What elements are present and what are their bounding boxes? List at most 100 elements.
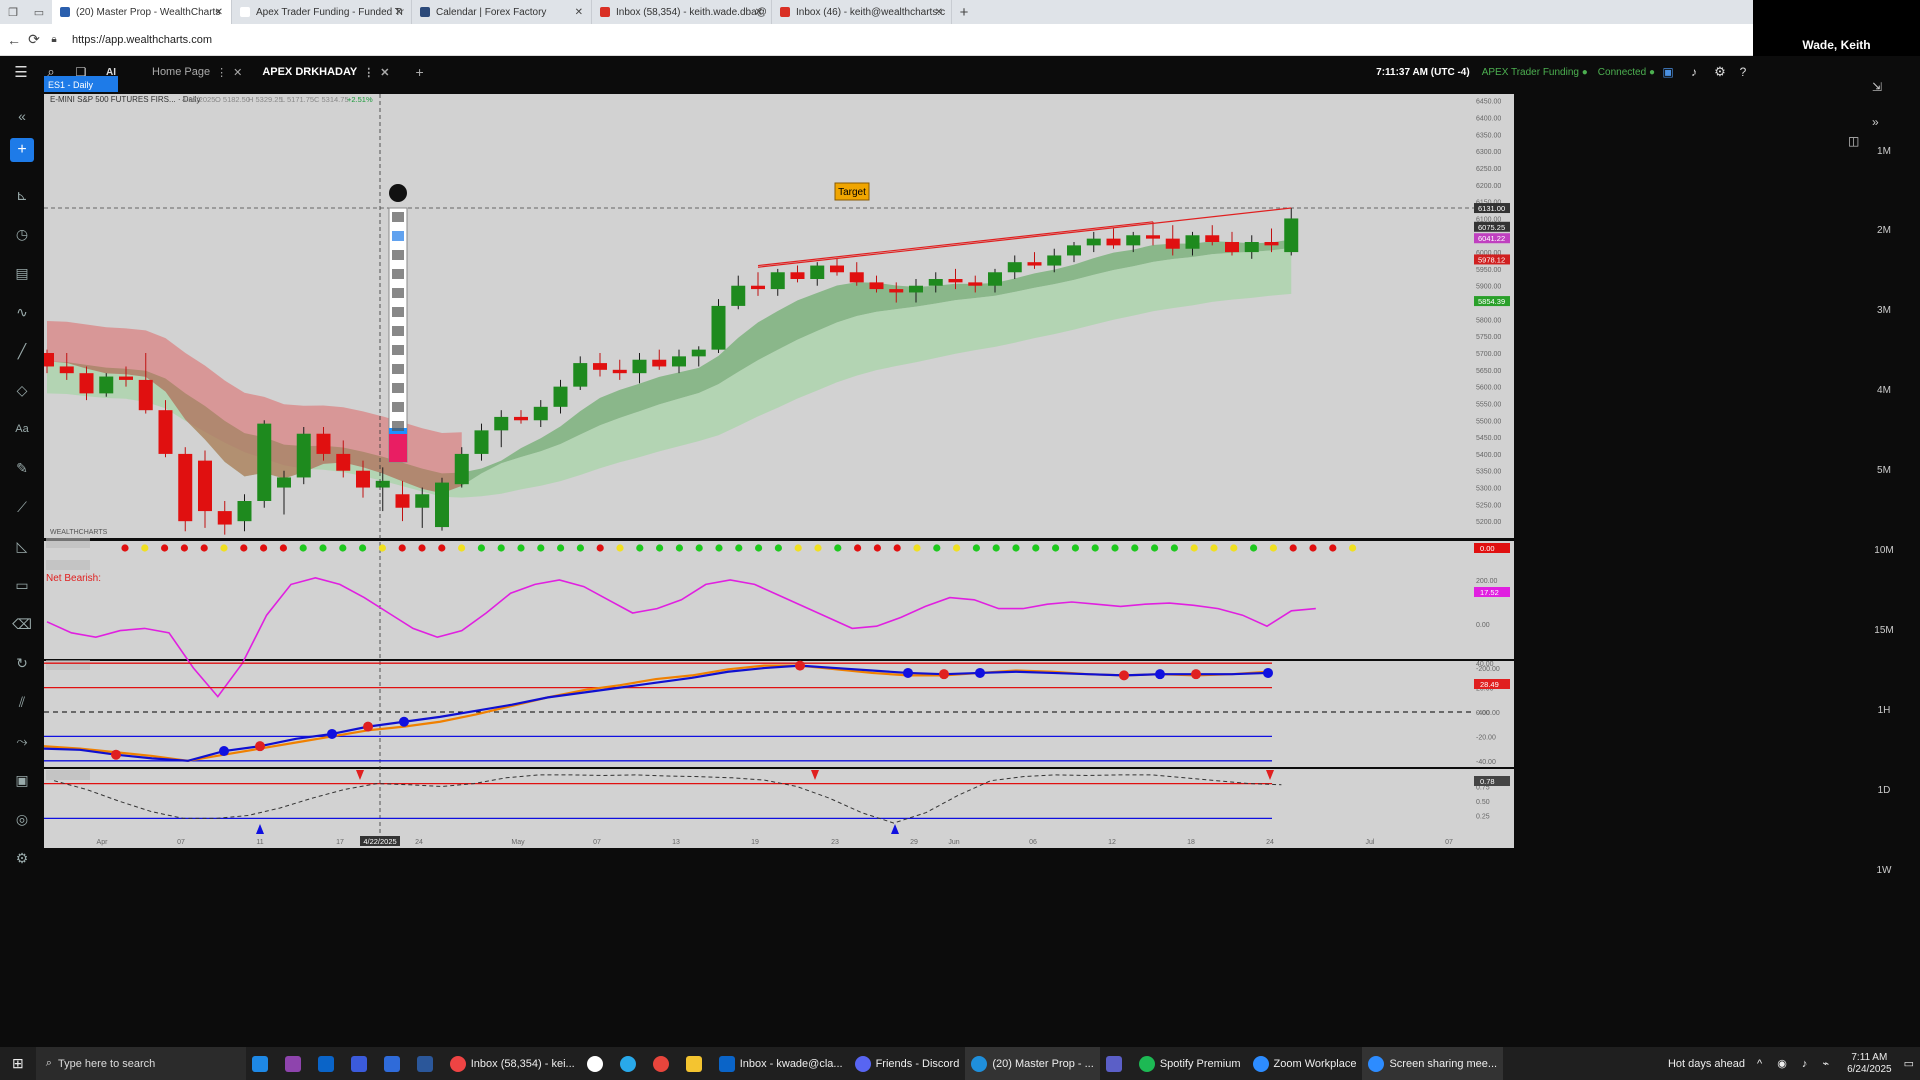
close-icon[interactable]: ✕ [575, 7, 583, 18]
menu-icon[interactable]: ☰ [6, 63, 36, 81]
tray-icons[interactable]: ^ ◉ ♪ ⌁ [1751, 1047, 1841, 1080]
pane-controls-icon[interactable] [46, 660, 90, 670]
price-chart[interactable]: ES1 - Daily Target E-MINI S&P 500 FUTURES … [44, 56, 1848, 1047]
candle[interactable] [672, 356, 686, 367]
candle[interactable] [612, 369, 627, 374]
cursor-icon[interactable] [392, 231, 404, 241]
candle[interactable] [454, 453, 469, 485]
candle[interactable] [1165, 238, 1180, 249]
taskbar-inbox-1[interactable]: Inbox (58,354) - kei... [444, 1047, 581, 1080]
candle[interactable] [1284, 218, 1299, 253]
timeframe-label[interactable]: 10M [1848, 545, 1920, 556]
taskbar-app-icon[interactable] [378, 1047, 411, 1080]
notification-icon[interactable]: ▭ [1898, 1047, 1920, 1080]
candle[interactable] [375, 480, 390, 488]
candle[interactable] [435, 482, 449, 528]
eye-icon[interactable] [392, 212, 404, 222]
candle[interactable] [1126, 235, 1141, 246]
candle[interactable] [1106, 238, 1121, 246]
candle[interactable] [474, 430, 489, 454]
timeframe-label[interactable]: 1H [1848, 705, 1920, 716]
indicator-icon[interactable]: ∿ [10, 300, 34, 324]
vertical-tabs-icon[interactable]: ▭ [26, 6, 52, 19]
candle[interactable] [1244, 242, 1259, 253]
url-field[interactable]: https://app.wealthcharts.com [72, 34, 212, 46]
taskbar-discord[interactable]: Friends - Discord [849, 1047, 966, 1080]
taskbar-zoom[interactable]: Zoom Workplace [1247, 1047, 1363, 1080]
reload-icon[interactable]: ⟳ [24, 31, 44, 48]
candle[interactable] [356, 470, 370, 488]
candle[interactable] [553, 386, 568, 407]
candle[interactable] [533, 406, 548, 421]
candle[interactable] [632, 359, 647, 374]
candle[interactable] [810, 265, 825, 279]
candle[interactable] [1047, 255, 1062, 266]
line-icon[interactable] [392, 288, 404, 298]
candle[interactable] [691, 349, 706, 357]
layers-icon[interactable]: ▭ [10, 573, 34, 597]
target-icon[interactable]: ◎ [10, 807, 34, 831]
candle[interactable] [237, 501, 252, 522]
taskbar-app-icon[interactable] [345, 1047, 378, 1080]
candle[interactable] [948, 279, 963, 283]
candle[interactable] [849, 272, 864, 283]
candle[interactable] [790, 272, 805, 279]
add-button[interactable]: + [10, 138, 34, 162]
fib-icon[interactable]: ◺ [10, 534, 34, 558]
collapse-right-icon[interactable]: » [1872, 115, 1879, 129]
candle[interactable] [573, 363, 588, 387]
candle[interactable] [217, 511, 232, 525]
target-annotation[interactable]: Target [834, 182, 870, 201]
candle[interactable] [889, 289, 904, 293]
candle[interactable] [119, 376, 133, 380]
candle[interactable] [988, 272, 1002, 286]
taskbar-wealthcharts[interactable]: (20) Master Prop - ... [965, 1047, 1100, 1080]
candle[interactable] [1205, 235, 1220, 242]
clipboard-icon[interactable] [392, 421, 404, 431]
candle[interactable] [928, 279, 943, 286]
close-icon[interactable]: ✕ [755, 7, 763, 18]
candle[interactable] [869, 282, 884, 290]
taskbar-app-icon[interactable] [279, 1047, 312, 1080]
taskbar-spotify[interactable]: Spotify Premium [1133, 1047, 1247, 1080]
eraser-icon[interactable]: ⌫ [10, 612, 34, 636]
candle[interactable] [1185, 235, 1200, 249]
browser-tab[interactable]: (20) Master Prop - WealthCharts ✕ [52, 0, 232, 24]
scanner-icon[interactable]: ⤳ [10, 729, 34, 753]
timeframe-label[interactable]: 4M [1848, 385, 1920, 396]
ruler-icon[interactable]: ⟋ [10, 495, 34, 519]
candle[interactable] [44, 353, 54, 367]
candle[interactable] [711, 305, 726, 350]
candle[interactable] [257, 423, 272, 501]
clock-icon[interactable]: ◷ [10, 222, 34, 246]
candle[interactable] [277, 477, 291, 488]
candle[interactable] [770, 272, 785, 290]
stats-icon[interactable]: ⫽ [10, 690, 34, 714]
candle[interactable] [1225, 242, 1239, 253]
browser-tab[interactable]: Inbox (58,354) - keith.wade.dba@ ✕ [592, 0, 772, 24]
expand-icon[interactable]: ⇲ [1872, 80, 1882, 94]
back-icon[interactable]: ← [4, 32, 24, 48]
pin-icon[interactable] [389, 184, 407, 202]
timeframe-label[interactable]: 1W [1848, 865, 1920, 876]
tab-actions-icon[interactable]: ❐ [0, 6, 26, 19]
undo-icon[interactable] [392, 345, 404, 355]
candle[interactable] [198, 460, 212, 512]
weather-widget[interactable]: Hot days ahead [1662, 1047, 1751, 1080]
color-swatch-icon[interactable] [389, 432, 407, 462]
candle[interactable] [514, 416, 528, 421]
candle[interactable] [316, 433, 331, 454]
taskbar-app-icon[interactable] [246, 1047, 279, 1080]
timeframe-label[interactable]: 2M [1848, 225, 1920, 236]
browser-tab[interactable]: Inbox (46) - keith@wealthcharts.c ✕ [772, 0, 952, 24]
candle[interactable] [731, 285, 746, 306]
candle[interactable] [593, 363, 607, 370]
camera-icon[interactable] [392, 402, 404, 412]
floating-draw-toolbar[interactable] [388, 184, 408, 463]
browser-tab[interactable]: Apex Trader Funding - Funded Tr ✕ [232, 0, 412, 24]
candle[interactable] [99, 376, 114, 394]
shape-icon[interactable]: ◇ [10, 378, 34, 402]
calendar-icon[interactable]: ▤ [10, 261, 34, 285]
close-icon[interactable]: ✕ [215, 7, 223, 18]
browser-tab[interactable]: Calendar | Forex Factory ✕ [412, 0, 592, 24]
